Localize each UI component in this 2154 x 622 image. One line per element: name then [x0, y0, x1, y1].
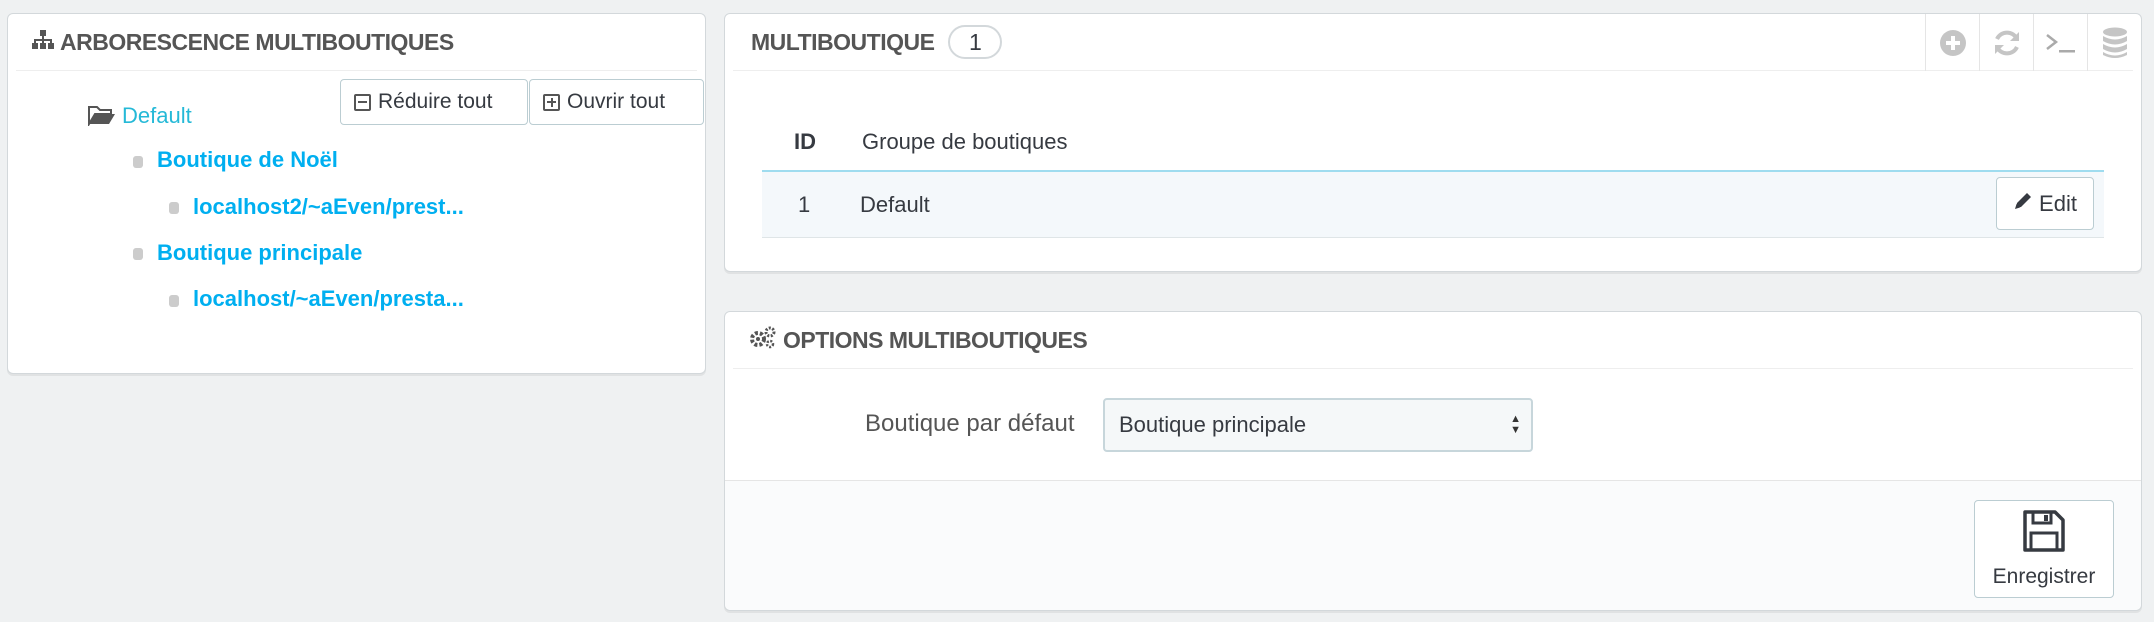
column-header-id[interactable]: ID [794, 129, 816, 155]
options-panel-footer: Enregistrer [725, 480, 2141, 610]
select-arrows-icon: ▲ ▼ [1510, 413, 1521, 436]
options-panel-title: OPTIONS MULTIBOUTIQUES [783, 326, 1088, 353]
cell-id: 1 [798, 192, 811, 217]
default-shop-select[interactable]: Boutique principale ▲ ▼ [1103, 398, 1533, 452]
edit-button-label: Edit [2039, 190, 2077, 216]
terminal-icon[interactable] [2033, 14, 2087, 71]
column-header-group[interactable]: Groupe de boutiques [862, 129, 1068, 155]
cell-group-name: Default [860, 192, 930, 217]
edit-button[interactable]: Edit [1996, 177, 2094, 230]
tree-node-localhost[interactable]: localhost/~aEven/presta... [193, 286, 464, 312]
tree-bullet [169, 295, 179, 307]
default-shop-label: Boutique par défaut [865, 410, 1075, 437]
shop-group-count-badge: 1 [948, 25, 1003, 59]
tree-bullet [169, 202, 179, 214]
tree-panel-title: ARBORESCENCE MULTIBOUTIQUES [60, 28, 454, 55]
tree-node-default[interactable]: Default [122, 103, 192, 129]
folder-open-icon [88, 104, 116, 131]
options-panel-heading: OPTIONS MULTIBOUTIQUES [733, 312, 2133, 369]
database-icon[interactable] [2087, 14, 2141, 71]
sitemap-icon [32, 29, 54, 56]
table-row[interactable]: 1 Default Edit [762, 172, 2104, 238]
pencil-icon [2013, 191, 2033, 217]
shop-tree-panel: ARBORESCENCE MULTIBOUTIQUES Réduire tout… [7, 13, 706, 374]
multishop-list-panel: MULTIBOUTIQUE 1 ID Groupe de boutiques 1… [724, 13, 2142, 272]
multishop-panel-heading: MULTIBOUTIQUE 1 [733, 14, 2133, 71]
shop-group-table-header: ID Groupe de boutiques [762, 114, 2104, 172]
tree-node-localhost2[interactable]: localhost2/~aEven/prest... [193, 194, 464, 220]
default-shop-select-value: Boutique principale [1119, 412, 1307, 437]
refresh-icon[interactable] [1979, 14, 2033, 71]
save-icon [2022, 509, 2066, 565]
tree-node-boutique-noel[interactable]: Boutique de Noël [157, 147, 338, 173]
tree-bullet [133, 156, 143, 168]
expand-all-label: Ouvrir tout [567, 90, 666, 113]
save-button-label: Enregistrer [1992, 565, 2096, 588]
save-button[interactable]: Enregistrer [1974, 500, 2114, 598]
tree-node-boutique-principale[interactable]: Boutique principale [157, 240, 362, 266]
collapse-all-button[interactable]: Réduire tout [340, 79, 528, 125]
multishop-options-panel: OPTIONS MULTIBOUTIQUES Boutique par défa… [724, 311, 2142, 611]
multishop-panel-title: MULTIBOUTIQUE [751, 28, 935, 55]
expand-all-button[interactable]: Ouvrir tout [529, 79, 704, 125]
tree-bullet [133, 248, 143, 260]
tree-panel-heading: ARBORESCENCE MULTIBOUTIQUES [16, 14, 697, 71]
cogs-icon [749, 325, 777, 355]
panel-toolbar [1925, 14, 2141, 71]
expand-icon [543, 93, 560, 111]
collapse-all-label: Réduire tout [378, 90, 493, 113]
collapse-icon [354, 93, 371, 111]
add-icon[interactable] [1925, 14, 1979, 71]
